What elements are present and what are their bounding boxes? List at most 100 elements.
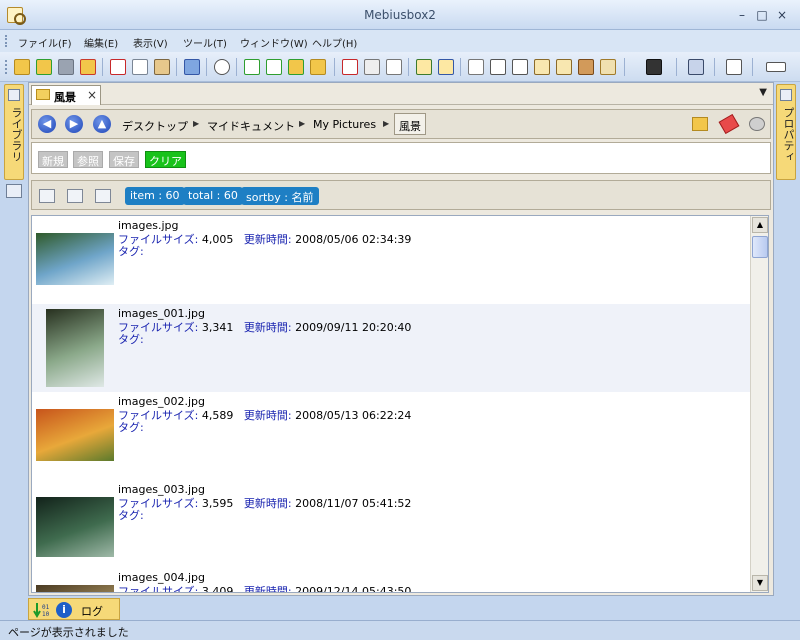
tab-close-icon[interactable]: × <box>87 88 97 102</box>
crumb-my-documents[interactable]: マイドキュメント <box>207 118 295 134</box>
edit-icon[interactable] <box>67 189 83 203</box>
thumbnail-image[interactable] <box>46 309 104 387</box>
grid-view-icon[interactable] <box>688 59 704 75</box>
forward-button[interactable]: ▶ <box>65 115 83 133</box>
edit-note-icon[interactable] <box>556 59 572 75</box>
log-panel-tab[interactable]: 01 10 i ログ <box>28 598 120 620</box>
file-size: 3,341 <box>201 321 234 334</box>
folder-icon[interactable] <box>310 59 326 75</box>
window-title: Mebiusbox2 <box>364 8 436 22</box>
sort-badge[interactable]: sortby : 名前 <box>241 187 319 205</box>
toolbar-separator <box>206 58 207 76</box>
new-folder-icon[interactable] <box>36 59 52 75</box>
file-row[interactable]: images_003.jpg ファイルサイズ: 3,595 更新時間: 2008/… <box>32 480 750 568</box>
back-button[interactable]: ◀ <box>38 115 56 133</box>
export-icon[interactable] <box>438 59 454 75</box>
paste-icon[interactable] <box>154 59 170 75</box>
copy-icon[interactable] <box>132 59 148 75</box>
crumb-my-pictures[interactable]: My Pictures <box>313 118 376 131</box>
comment-icon[interactable] <box>95 189 111 203</box>
thumbnail-image[interactable] <box>36 497 114 557</box>
scroll-thumb[interactable] <box>752 236 768 258</box>
tag-label: タグ: <box>118 509 144 522</box>
tab-landscape[interactable]: 風景 × <box>31 85 101 105</box>
field-icon[interactable] <box>512 59 528 75</box>
thumbnail-image[interactable] <box>36 233 114 285</box>
new-button[interactable]: 新規 <box>38 151 68 168</box>
rename-icon[interactable] <box>490 59 506 75</box>
preview-icon[interactable] <box>726 59 742 75</box>
properties-panel-tab[interactable]: プロパティ <box>776 84 796 180</box>
thumbnail-image[interactable] <box>36 409 114 461</box>
new-file-icon[interactable] <box>244 59 260 75</box>
tool-icon[interactable] <box>600 59 616 75</box>
menu-edit[interactable]: 編集(E) <box>84 35 118 50</box>
file-meta: ファイルサイズ: 4,589 更新時間: 2008/05/13 06:22:24 <box>118 407 411 423</box>
add-bookmark-icon[interactable] <box>718 113 740 135</box>
search-icon[interactable] <box>214 59 230 75</box>
settings-gear-icon[interactable] <box>749 117 765 131</box>
window-icon[interactable] <box>766 62 786 72</box>
trash-icon[interactable] <box>364 59 380 75</box>
menu-grip[interactable] <box>5 35 7 47</box>
list-panel-icon[interactable] <box>6 184 22 198</box>
close-button[interactable]: × <box>773 8 791 22</box>
maximize-button[interactable]: □ <box>753 8 771 22</box>
up-button[interactable]: ▲ <box>93 115 111 133</box>
menu-help[interactable]: ヘルプ(H) <box>312 35 357 50</box>
add-folder-icon[interactable] <box>288 59 304 75</box>
crumb-desktop[interactable]: デスクトップ <box>122 118 188 134</box>
vertical-scrollbar[interactable]: ▲ ▼ <box>750 216 768 592</box>
svg-text:10: 10 <box>42 611 50 618</box>
tab-dropdown-icon[interactable]: ▼ <box>759 87 767 98</box>
crumb-separator-icon[interactable]: ▶ <box>383 119 389 128</box>
clear-button[interactable]: クリア <box>145 151 186 168</box>
total-count-badge: total : 60 <box>183 187 243 205</box>
menu-bar: ファイル(F) 編集(E) 表示(V) ツール(T) ウィンドウ(W) ヘルプ(… <box>0 30 800 52</box>
info-bar: item : 60 total : 60 sortby : 名前 <box>31 180 771 210</box>
menu-tools[interactable]: ツール(T) <box>183 35 227 50</box>
stamp-icon[interactable] <box>578 59 594 75</box>
library-panel-tab[interactable]: ライブラリ <box>4 84 24 180</box>
minimize-button[interactable]: – <box>733 8 751 22</box>
file-meta: ファイルサイズ: 3,595 更新時間: 2008/11/07 05:41:52 <box>118 495 411 511</box>
binoculars-icon[interactable] <box>646 59 662 75</box>
toolbar-separator <box>676 58 677 76</box>
file-row[interactable]: images.jpg ファイルサイズ: 4,005 更新時間: 2008/05/0… <box>32 216 750 304</box>
crumb-separator-icon[interactable]: ▶ <box>193 119 199 128</box>
table-view-icon[interactable] <box>39 189 55 203</box>
toolbar <box>0 52 800 82</box>
browse-button[interactable]: 参照 <box>73 151 103 168</box>
duplicate-icon[interactable] <box>468 59 484 75</box>
modified-label: 更新時間: <box>243 497 292 510</box>
menu-view[interactable]: 表示(V) <box>133 35 168 50</box>
file-row[interactable]: images_004.jpg ファイルサイズ: 3,409 更新時間: 2009/… <box>32 568 750 592</box>
modified-label: 更新時間: <box>243 409 292 422</box>
file-row[interactable]: images_001.jpg ファイルサイズ: 3,341 更新時間: 2009/… <box>32 304 750 392</box>
delete-folder-icon[interactable] <box>80 59 96 75</box>
file-modified: 2008/11/07 05:41:52 <box>295 497 412 510</box>
open-folder-icon[interactable] <box>692 117 708 131</box>
cut-icon[interactable] <box>110 59 126 75</box>
new-file-copy-icon[interactable] <box>266 59 282 75</box>
note-icon[interactable] <box>534 59 550 75</box>
scroll-down-icon[interactable]: ▼ <box>752 575 768 591</box>
crumb-separator-icon[interactable]: ▶ <box>299 119 305 128</box>
scroll-up-icon[interactable]: ▲ <box>752 217 768 233</box>
menu-window[interactable]: ウィンドウ(W) <box>240 35 308 50</box>
properties-icon[interactable] <box>386 59 402 75</box>
import-icon[interactable] <box>416 59 432 75</box>
toolbar-separator <box>460 58 461 76</box>
open-folder-icon[interactable] <box>14 59 30 75</box>
move-icon[interactable] <box>58 59 74 75</box>
save-button[interactable]: 保存 <box>109 151 139 168</box>
document-area: 風景 × ▼ ◀ ▶ ▲ デスクトップ ▶ マイドキュメント ▶ My Pict… <box>28 82 774 596</box>
toolbar-grip[interactable] <box>5 60 7 74</box>
file-row[interactable]: images_002.jpg ファイルサイズ: 4,589 更新時間: 2008/… <box>32 392 750 480</box>
crumb-current[interactable]: 風景 <box>394 113 426 135</box>
menu-file[interactable]: ファイル(F) <box>18 35 72 50</box>
thumbnail-image[interactable] <box>36 585 114 592</box>
toolbar-separator <box>752 58 753 76</box>
delete-file-icon[interactable] <box>342 59 358 75</box>
refresh-icon[interactable] <box>184 59 200 75</box>
